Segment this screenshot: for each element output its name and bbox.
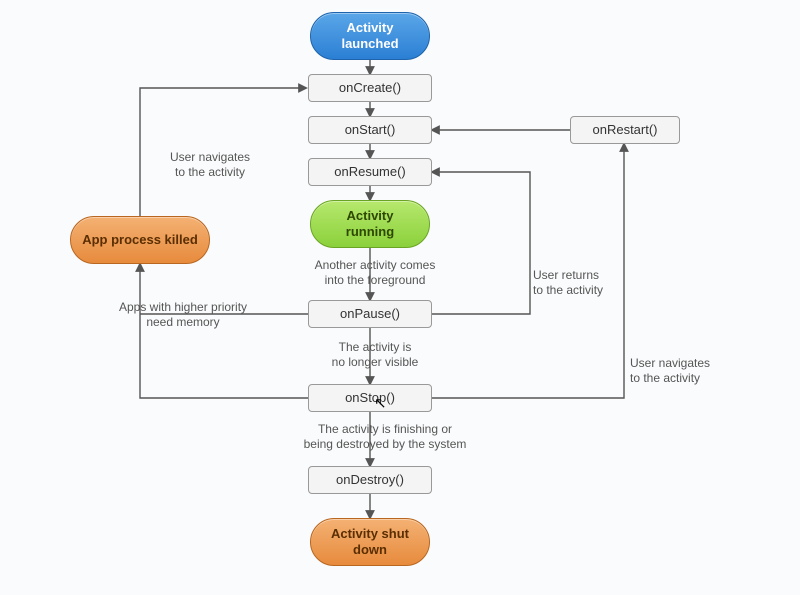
label-user-navigates-to-activity-2: User navigates to the activity <box>630 356 750 386</box>
activity-lifecycle-diagram: Activity launched onCreate() onStart() o… <box>0 0 800 595</box>
label-activity-finishing: The activity is finishing or being destr… <box>280 422 490 452</box>
method-onstart: onStart() <box>308 116 432 144</box>
label-user-returns-to-activity: User returns to the activity <box>533 268 643 298</box>
label-another-activity-foreground: Another activity comes into the foregrou… <box>290 258 460 288</box>
state-activity-launched: Activity launched <box>310 12 430 60</box>
method-onresume: onResume() <box>308 158 432 186</box>
method-onpause: onPause() <box>308 300 432 328</box>
label-user-navigates-to-activity: User navigates to the activity <box>145 150 275 180</box>
method-onstop: onStop() <box>308 384 432 412</box>
label-no-longer-visible: The activity is no longer visible <box>300 340 450 370</box>
method-onrestart: onRestart() <box>570 116 680 144</box>
state-app-process-killed: App process killed <box>70 216 210 264</box>
label-higher-priority-memory: Apps with higher priority need memory <box>93 300 273 330</box>
state-activity-running: Activity running <box>310 200 430 248</box>
state-activity-shutdown: Activity shut down <box>310 518 430 566</box>
method-ondestroy: onDestroy() <box>308 466 432 494</box>
method-oncreate: onCreate() <box>308 74 432 102</box>
